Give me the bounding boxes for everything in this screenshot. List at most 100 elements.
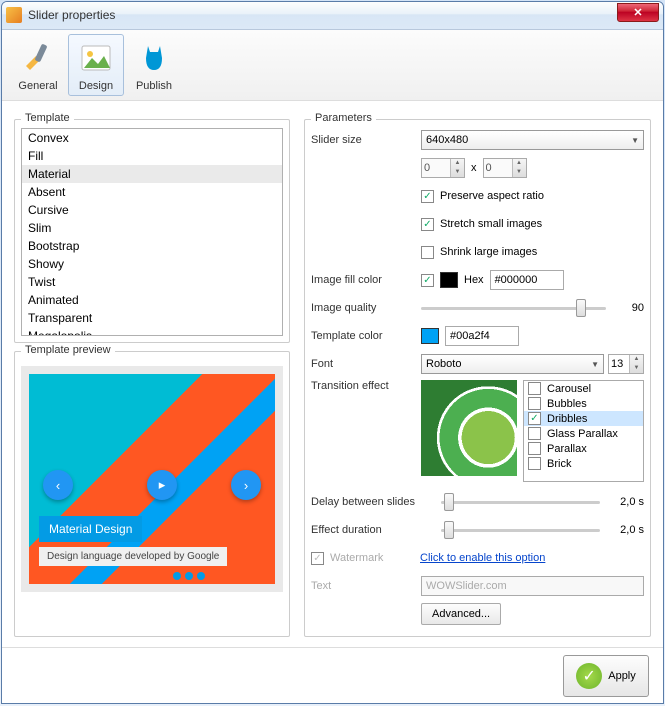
window-title: Slider properties <box>28 8 659 22</box>
fillcolor-checkbox[interactable]: ✓ <box>421 274 434 287</box>
transition-item[interactable]: Glass Parallax <box>524 426 643 441</box>
transition-item-checkbox[interactable] <box>528 427 541 440</box>
font-combo[interactable]: Roboto▼ <box>421 354 604 374</box>
tab-label: Design <box>79 80 113 92</box>
preserve-checkbox[interactable]: ✓ <box>421 190 434 203</box>
template-item[interactable]: Fill <box>22 147 282 165</box>
text-input: WOWSlider.com <box>421 576 644 596</box>
fillcolor-swatch[interactable] <box>440 272 458 288</box>
group-label: Parameters <box>311 112 376 124</box>
titlebar: Slider properties ✕ <box>2 2 663 30</box>
right-column: Parameters Slider size 640x480▼ ▲▼ x ▲▼ … <box>304 111 651 637</box>
group-label: Template <box>21 112 74 124</box>
dimension-separator: x <box>471 162 477 174</box>
prev-arrow-icon[interactable]: ‹ <box>43 470 73 500</box>
quality-slider[interactable] <box>421 299 606 317</box>
template-group: Template ConvexFillMaterialAbsentCursive… <box>14 119 290 343</box>
template-item[interactable]: Convex <box>22 129 282 147</box>
shrink-checkbox[interactable] <box>421 246 434 259</box>
template-item[interactable]: Showy <box>22 255 282 273</box>
duration-value: 2,0 s <box>608 524 644 536</box>
delay-value: 2,0 s <box>608 496 644 508</box>
height-spinner[interactable]: ▲▼ <box>483 158 527 178</box>
content-area: Template ConvexFillMaterialAbsentCursive… <box>2 101 663 647</box>
stretch-label: Stretch small images <box>440 218 542 230</box>
preview-title: Material Design <box>39 516 142 542</box>
transition-item[interactable]: ✓Dribbles <box>524 411 643 426</box>
transition-item-checkbox[interactable] <box>528 457 541 470</box>
template-listbox[interactable]: ConvexFillMaterialAbsentCursiveSlimBoots… <box>21 128 283 336</box>
play-icon[interactable]: ▸ <box>147 470 177 500</box>
toolbar: General Design Publish <box>2 30 663 102</box>
tplcolor-label: Template color <box>311 330 421 342</box>
next-arrow-icon[interactable]: › <box>231 470 261 500</box>
shrink-label: Shrink large images <box>440 246 537 258</box>
tab-label: General <box>18 80 57 92</box>
preserve-label: Preserve aspect ratio <box>440 190 544 202</box>
tab-publish[interactable]: Publish <box>126 34 182 97</box>
preview-subtitle: Design language developed by Google <box>39 547 227 566</box>
stretch-checkbox[interactable]: ✓ <box>421 218 434 231</box>
template-item[interactable]: Bootstrap <box>22 237 282 255</box>
watermark-label: Watermark <box>330 552 420 564</box>
template-item[interactable]: Absent <box>22 183 282 201</box>
tab-design[interactable]: Design <box>68 34 124 97</box>
template-item[interactable]: Twist <box>22 273 282 291</box>
duration-slider[interactable] <box>441 521 600 539</box>
transition-item-checkbox[interactable] <box>528 382 541 395</box>
watermark-checkbox: ✓ <box>311 552 324 565</box>
dialog-window: Slider properties ✕ General Design Publi… <box>1 1 664 704</box>
cat-icon <box>134 38 174 78</box>
check-icon: ✓ <box>576 663 602 689</box>
left-column: Template ConvexFillMaterialAbsentCursive… <box>14 111 290 637</box>
transition-item[interactable]: Carousel <box>524 381 643 396</box>
template-item[interactable]: Megalopolis <box>22 327 282 336</box>
tplcolor-input[interactable]: #00a2f4 <box>445 326 519 346</box>
template-item[interactable]: Animated <box>22 291 282 309</box>
watermark-link[interactable]: Click to enable this option <box>420 552 545 564</box>
parameters-group: Parameters Slider size 640x480▼ ▲▼ x ▲▼ … <box>304 119 651 637</box>
tab-label: Publish <box>136 80 172 92</box>
footer: ✓ Apply <box>2 647 663 703</box>
transition-item-checkbox[interactable]: ✓ <box>528 412 541 425</box>
text-label: Text <box>311 580 421 592</box>
quality-value: 90 <box>614 302 644 314</box>
template-item[interactable]: Slim <box>22 219 282 237</box>
transition-item[interactable]: Parallax <box>524 441 643 456</box>
fillcolor-input[interactable]: #000000 <box>490 270 564 290</box>
fontsize-spinner[interactable]: ▲▼ <box>608 354 644 374</box>
app-icon <box>6 7 22 23</box>
delay-slider[interactable] <box>441 493 600 511</box>
chevron-down-icon: ▼ <box>631 136 639 145</box>
tab-general[interactable]: General <box>10 34 66 97</box>
transition-item-checkbox[interactable] <box>528 442 541 455</box>
group-label: Template preview <box>21 344 115 356</box>
close-button[interactable]: ✕ <box>617 3 659 22</box>
transition-item-checkbox[interactable] <box>528 397 541 410</box>
template-item[interactable]: Material <box>22 165 282 183</box>
transition-item[interactable]: Bubbles <box>524 396 643 411</box>
width-spinner[interactable]: ▲▼ <box>421 158 465 178</box>
image-icon <box>76 38 116 78</box>
slider-size-combo[interactable]: 640x480▼ <box>421 130 644 150</box>
pagination-dots[interactable] <box>173 572 205 580</box>
advanced-button[interactable]: Advanced... <box>421 603 501 625</box>
delay-label: Delay between slides <box>311 496 441 508</box>
quality-label: Image quality <box>311 302 421 314</box>
template-item[interactable]: Cursive <box>22 201 282 219</box>
apply-button[interactable]: ✓ Apply <box>563 655 649 697</box>
slider-size-label: Slider size <box>311 134 421 146</box>
transition-item[interactable]: Brick <box>524 456 643 471</box>
preview-group: Template preview ‹ ▸ › Material Design D… <box>14 351 290 637</box>
tools-icon <box>18 38 58 78</box>
tplcolor-swatch[interactable] <box>421 328 439 344</box>
duration-label: Effect duration <box>311 524 441 536</box>
chevron-down-icon: ▼ <box>591 360 599 369</box>
transition-listbox[interactable]: CarouselBubbles✓DribblesGlass ParallaxPa… <box>523 380 644 482</box>
transition-thumbnail <box>421 380 517 476</box>
font-label: Font <box>311 358 421 370</box>
template-item[interactable]: Transparent <box>22 309 282 327</box>
fillcolor-label: Image fill color <box>311 274 421 286</box>
hex-label: Hex <box>464 274 484 286</box>
template-preview: ‹ ▸ › Material Design Design language de… <box>21 366 283 592</box>
